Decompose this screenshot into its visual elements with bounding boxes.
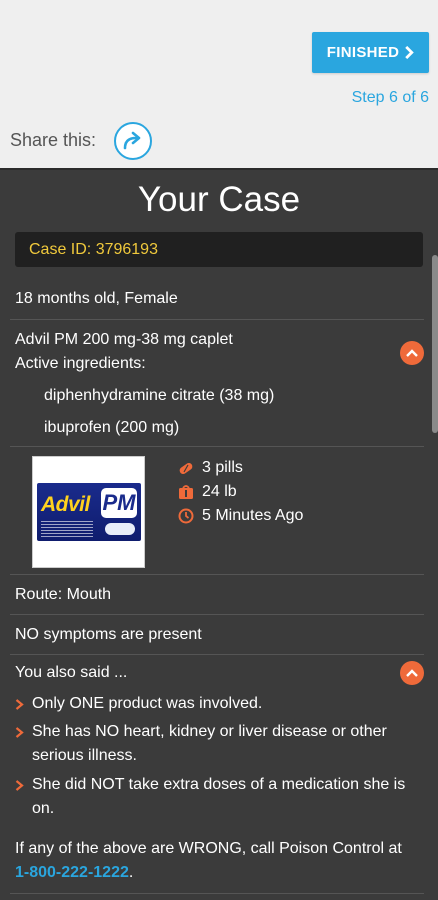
case-panel: Your Case Case ID: 3796193 18 months old… [0,168,438,900]
page-title: Your Case [137,180,301,219]
statement-item: She has NO heart, kidney or liver diseas… [15,720,415,768]
statement-text: She has NO heart, kidney or liver diseas… [32,723,387,764]
divider [10,614,424,615]
time-stat: 5 Minutes Ago [178,507,303,525]
product-image-suffix: PM [101,488,137,518]
product-name: Advil PM 200 mg-38 mg caplet [15,331,233,348]
weight-stat: 24 lb [178,483,237,501]
wrong-info-suffix: . [128,864,134,881]
share-arrow-icon [123,131,141,150]
product-box-graphic: Advil PM [37,483,141,541]
chevron-right-icon [405,46,414,59]
statement-text: Only ONE product was involved. [32,695,263,712]
divider [10,893,424,894]
chevron-right-icon [15,699,24,710]
ingredient-item: ibuprofen (200 mg) [44,419,180,436]
statement-item: She did NOT take extra doses of a medica… [15,773,415,821]
pill-icon [179,462,193,475]
chevron-right-icon [15,780,24,791]
product-image: Advil PM [32,456,145,568]
clock-icon [178,508,194,524]
amount-stat: 3 pills [178,459,243,477]
active-ingredients-label: Active ingredients: [15,355,146,372]
step-indicator: Step 6 of 6 [351,89,429,106]
route-info: Route: Mouth [15,586,112,603]
divider [10,654,424,655]
amount-text: 3 pills [202,459,243,476]
wrong-info-notice: If any of the above are WRONG, call Pois… [15,837,415,885]
patient-info: 18 months old, Female [15,290,178,307]
divider [10,446,424,447]
collapse-statements-button[interactable] [400,661,424,685]
statement-text: She did NOT take extra doses of a medica… [32,776,406,817]
time-text: 5 Minutes Ago [202,507,304,524]
box-fine-print [41,521,93,537]
box-pill-graphic [105,523,135,535]
chevron-right-icon [15,727,24,738]
share-button[interactable] [114,122,152,160]
symptoms-info: NO symptoms are present [15,626,202,643]
finished-label: FINISHED [326,44,400,61]
collapse-product-button[interactable] [400,341,424,365]
poison-control-phone-link[interactable]: 1-800-222-1222 [15,864,129,881]
product-image-brand: Advil [41,493,90,516]
scrollbar[interactable] [432,255,438,433]
divider [10,574,424,575]
share-label: Share this: [10,130,97,150]
finished-button[interactable]: FINISHED [312,32,429,73]
also-said-label: You also said ... [15,664,128,681]
weight-icon [179,485,193,499]
ingredient-item: diphenhydramine citrate (38 mg) [44,387,275,404]
case-id: Case ID: 3796193 [15,232,423,267]
collapse-chevron-up-icon [406,669,418,677]
wrong-info-text: If any of the above are WRONG, call Pois… [15,840,402,857]
weight-text: 24 lb [202,483,237,500]
collapse-chevron-up-icon [406,349,418,357]
divider [10,319,424,320]
statement-item: Only ONE product was involved. [15,692,415,716]
